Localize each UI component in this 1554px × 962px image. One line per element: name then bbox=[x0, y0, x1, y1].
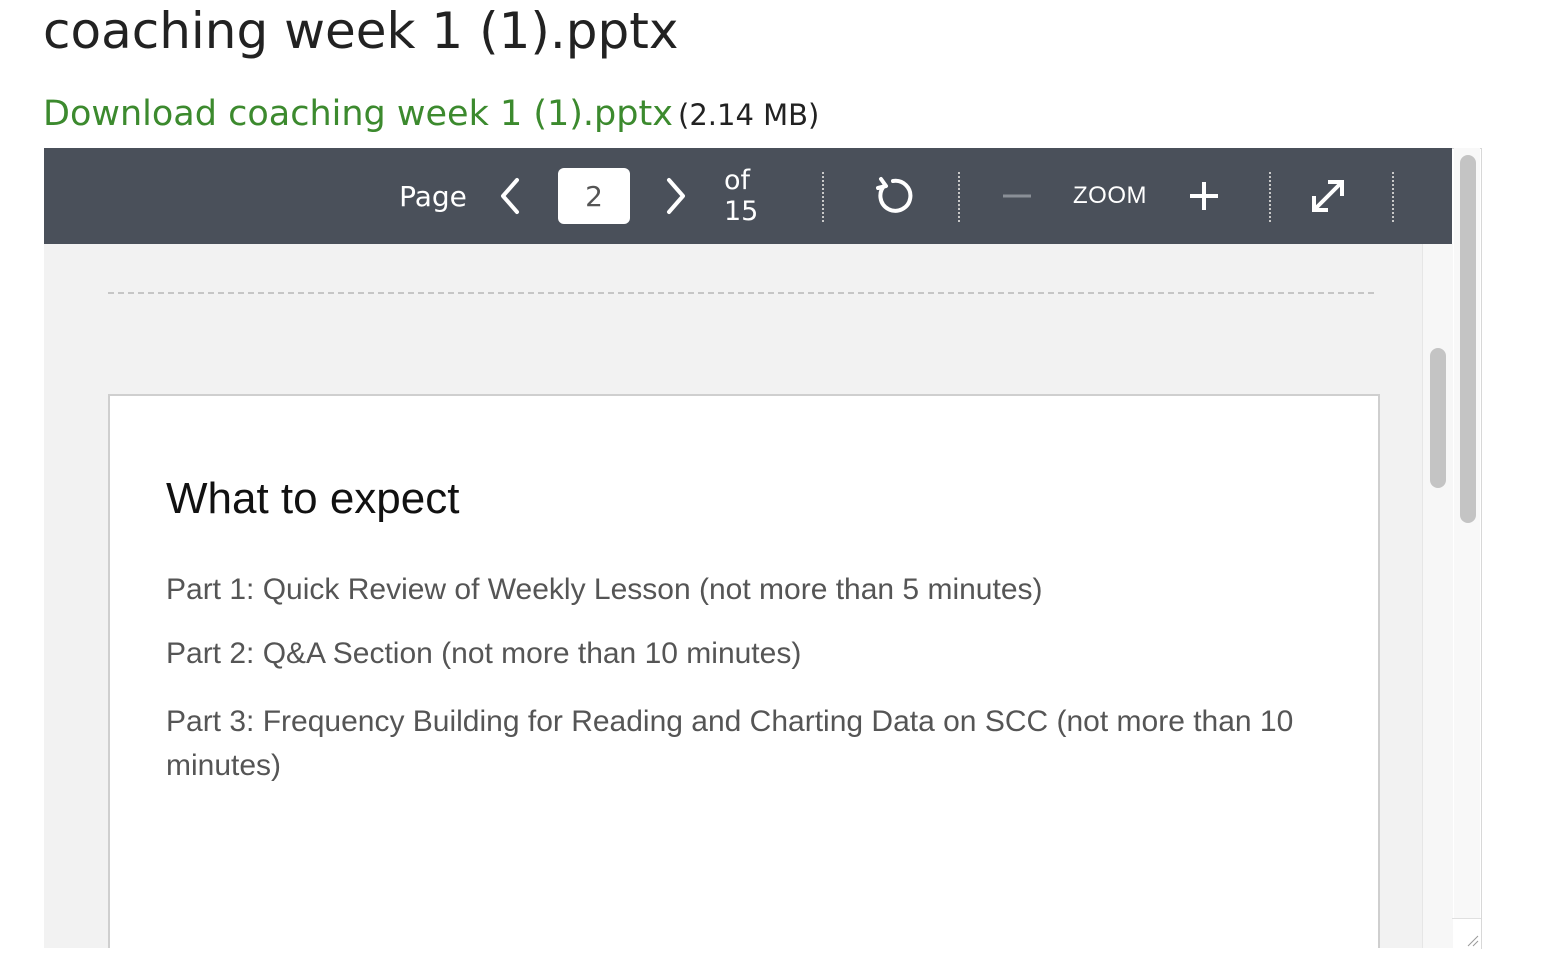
viewer-toolbar: Page of 15 ZOOM bbox=[44, 148, 1452, 244]
previous-page-button[interactable] bbox=[492, 174, 528, 218]
minus-icon bbox=[1003, 194, 1031, 198]
plus-icon bbox=[1190, 182, 1218, 210]
zoom-label: ZOOM bbox=[1073, 182, 1147, 209]
document-scrollbar-thumb[interactable] bbox=[1430, 348, 1446, 488]
page-count: of 15 bbox=[724, 165, 759, 227]
frame-scrollbar-thumb[interactable] bbox=[1460, 155, 1476, 523]
fullscreen-button[interactable] bbox=[1306, 174, 1350, 218]
page-number-input[interactable] bbox=[558, 168, 630, 224]
expand-icon bbox=[1312, 180, 1344, 212]
resize-grip-icon bbox=[1467, 935, 1479, 947]
download-link[interactable]: Download coaching week 1 (1).pptx bbox=[43, 94, 673, 134]
page-label: Page bbox=[399, 179, 467, 213]
slide-page: What to expect Part 1: Quick Review of W… bbox=[108, 394, 1380, 948]
download-row: Download coaching week 1 (1).pptx (2.14 … bbox=[43, 94, 819, 134]
toolbar-divider bbox=[958, 172, 960, 222]
toolbar-divider bbox=[822, 172, 824, 222]
toolbar-divider bbox=[1392, 172, 1394, 222]
slide-line: Part 3: Frequency Building for Reading a… bbox=[166, 705, 1294, 782]
page-divider bbox=[108, 292, 1374, 294]
chevron-right-icon bbox=[667, 178, 685, 214]
page-title: coaching week 1 (1).pptx bbox=[43, 2, 679, 60]
resize-handle[interactable] bbox=[1452, 918, 1481, 949]
toolbar-divider bbox=[1269, 172, 1271, 222]
chevron-left-icon bbox=[501, 178, 519, 214]
document-canvas: What to expect Part 1: Quick Review of W… bbox=[44, 244, 1422, 948]
rotate-icon bbox=[876, 177, 913, 213]
rotate-button[interactable] bbox=[870, 172, 916, 220]
zoom-in-button[interactable] bbox=[1184, 176, 1224, 216]
slide-title: What to expect bbox=[166, 474, 460, 523]
file-size: (2.14 MB) bbox=[678, 98, 820, 132]
next-page-button[interactable] bbox=[658, 174, 694, 218]
slide-line: Part 2: Q&A Section (not more than 10 mi… bbox=[166, 637, 802, 670]
zoom-out-button[interactable] bbox=[998, 178, 1036, 214]
slide-line: Part 1: Quick Review of Weekly Lesson (n… bbox=[166, 573, 1043, 606]
